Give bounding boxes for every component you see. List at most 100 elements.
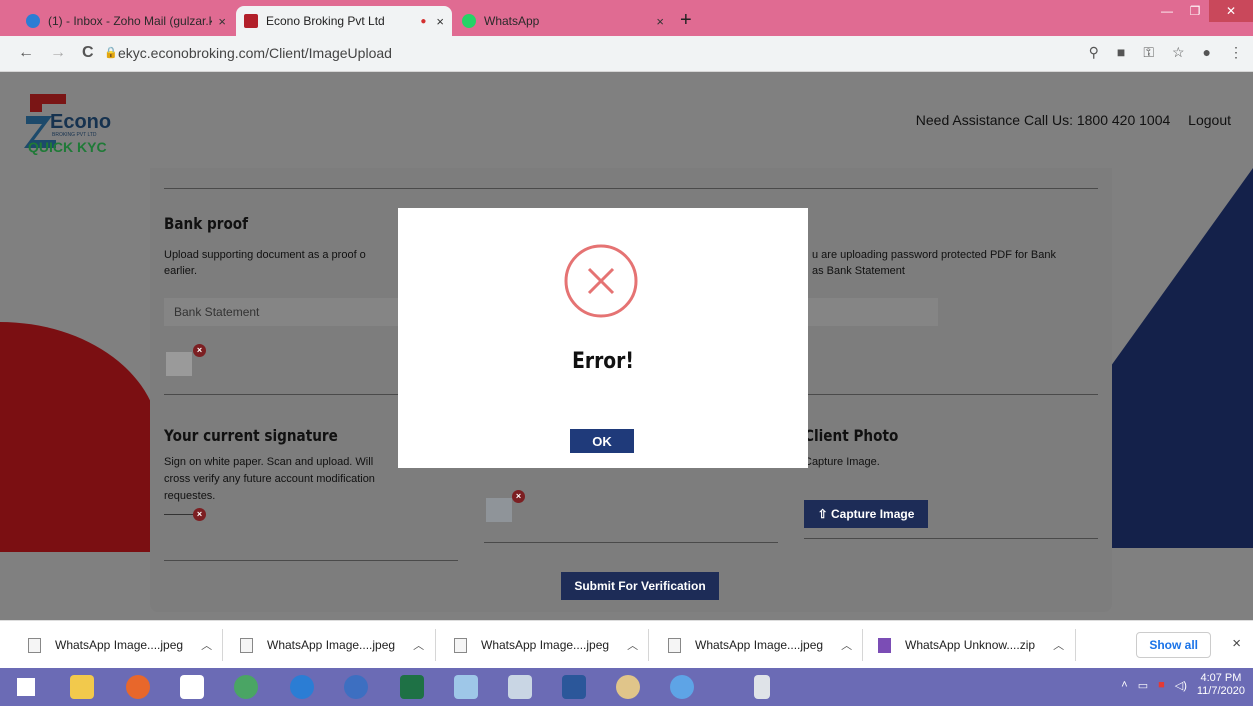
taskbar-mail[interactable]: [334, 672, 378, 702]
logout-link[interactable]: Logout: [1188, 112, 1231, 128]
taskbar-vs[interactable]: [170, 672, 214, 702]
minimize-icon[interactable]: —: [1153, 0, 1181, 22]
url-field[interactable]: ekyc.econobroking.com/Client/ImageUpload: [118, 45, 392, 61]
back-button[interactable]: ←: [18, 44, 34, 62]
taskbar-excel[interactable]: [390, 672, 434, 702]
chrome-icon: [234, 675, 258, 699]
notes-icon: [454, 675, 478, 699]
location-icon[interactable]: ⚲: [1089, 44, 1099, 61]
taskbar-usb[interactable]: [740, 672, 784, 702]
error-dialog: Error! OK: [398, 208, 808, 468]
bank-desc-left-2: earlier.: [164, 265, 198, 277]
ok-button[interactable]: OK: [570, 429, 634, 453]
notification-icon[interactable]: ■: [1158, 679, 1165, 691]
signature-preview: [164, 514, 194, 515]
chevron-up-icon[interactable]: ︿: [841, 637, 852, 653]
download-item[interactable]: WhatsApp Image....jpeg ︿: [454, 631, 638, 659]
clock-time: 4:07 PM: [1200, 672, 1242, 684]
remove-signature-icon[interactable]: ×: [193, 508, 206, 521]
tab-whatsapp[interactable]: WhatsApp ×: [454, 6, 672, 36]
close-downloads-icon[interactable]: ×: [1232, 635, 1241, 652]
tab-close-icon[interactable]: ×: [436, 14, 444, 29]
divider: [164, 560, 458, 561]
clock-date: 11/7/2020: [1196, 685, 1245, 697]
camera-icon[interactable]: ■: [1117, 44, 1125, 61]
download-item[interactable]: WhatsApp Image....jpeg ︿: [240, 631, 424, 659]
remove-bank-proof-icon[interactable]: ×: [193, 344, 206, 357]
taskbar-calculator[interactable]: [498, 672, 542, 702]
chevron-up-icon[interactable]: ︿: [413, 637, 424, 653]
volume-icon[interactable]: ◁): [1175, 679, 1187, 692]
tab-title: Econo Broking Pvt Ltd: [266, 14, 385, 28]
taskbar-ie[interactable]: [280, 672, 324, 702]
taskbar-notes[interactable]: [444, 672, 488, 702]
separator: [222, 629, 223, 661]
download-filename: WhatsApp Image....jpeg: [695, 638, 824, 652]
tab-close-icon[interactable]: ×: [218, 14, 226, 29]
mail-icon: [344, 675, 368, 699]
key-icon[interactable]: ⚿: [1143, 44, 1154, 61]
chevron-up-icon[interactable]: ︿: [1053, 637, 1064, 653]
tray-chevron-icon[interactable]: ˄: [1121, 679, 1127, 691]
url-host: ekyc.econobroking.com: [118, 45, 266, 61]
recording-icon: ●: [420, 15, 427, 27]
start-button[interactable]: [4, 672, 48, 702]
taskbar-chrome[interactable]: [224, 672, 268, 702]
account-icon[interactable]: ●: [1203, 44, 1211, 61]
upload-icon: ⇧: [817, 507, 832, 521]
taskbar-firefox[interactable]: [116, 672, 160, 702]
chevron-up-icon[interactable]: ︿: [627, 637, 638, 653]
new-tab-button[interactable]: +: [680, 9, 692, 32]
reload-button[interactable]: C: [82, 44, 94, 62]
forward-button[interactable]: →: [50, 44, 66, 62]
bank-desc-right-2: as Bank Statement: [812, 265, 905, 277]
browser-actions: ⚲ ■ ⚿ ☆ ● ⋮: [1089, 44, 1243, 61]
tab-zoho-mail[interactable]: (1) - Inbox - Zoho Mail (gulzar.ka ×: [18, 6, 234, 36]
windows-icon: [17, 678, 35, 696]
download-item[interactable]: WhatsApp Unknow....zip ︿: [878, 631, 1064, 659]
taskbar-app[interactable]: [660, 672, 704, 702]
separator: [435, 629, 436, 661]
error-x-icon: [564, 244, 638, 318]
star-icon[interactable]: ☆: [1172, 44, 1185, 61]
taskbar-paint[interactable]: [606, 672, 650, 702]
taskbar-explorer[interactable]: [60, 672, 104, 702]
window-close-icon[interactable]: ✕: [1209, 0, 1253, 22]
browser-tab-bar: (1) - Inbox - Zoho Mail (gulzar.ka × Eco…: [0, 0, 1253, 36]
download-item[interactable]: WhatsApp Image....jpeg ︿: [28, 631, 212, 659]
submit-verification-button[interactable]: Submit For Verification: [561, 572, 719, 600]
logo-text: Econo: [50, 111, 111, 133]
download-filename: WhatsApp Unknow....zip: [905, 638, 1036, 652]
capture-image-button[interactable]: ⇧ Capture Image: [804, 500, 928, 528]
separator: [648, 629, 649, 661]
decor-blue-shape: [1103, 168, 1253, 548]
tab-title: (1) - Inbox - Zoho Mail (gulzar.ka: [48, 14, 213, 28]
divider: [164, 188, 1098, 189]
window-controls: — ❐ ✕: [1153, 0, 1253, 22]
file-icon: [668, 637, 681, 653]
tab-econo-broking[interactable]: Econo Broking Pvt Ltd ● ×: [236, 6, 452, 36]
system-tray: ˄ ▭ ■ ◁) 4:07 PM 11/7/2020: [1121, 672, 1245, 698]
word-icon: [562, 675, 586, 699]
whatsapp-icon: [462, 14, 476, 28]
firefox-icon: [126, 675, 150, 699]
chevron-up-icon[interactable]: ︿: [201, 637, 212, 653]
assistance-text: Need Assistance Call Us: 1800 420 1004: [915, 112, 1171, 128]
remove-pan-icon[interactable]: ×: [512, 490, 525, 503]
lock-icon[interactable]: 🔒: [104, 46, 118, 59]
divider: [484, 542, 778, 543]
menu-icon[interactable]: ⋮: [1229, 44, 1243, 61]
taskbar-word[interactable]: [552, 672, 596, 702]
url-path: /Client/ImageUpload: [265, 45, 392, 61]
show-all-button[interactable]: Show all: [1136, 632, 1211, 658]
network-icon[interactable]: ▭: [1138, 679, 1148, 692]
download-item[interactable]: WhatsApp Image....jpeg ︿: [668, 631, 852, 659]
maximize-icon[interactable]: ❐: [1181, 0, 1209, 22]
pan-thumbnail: [486, 498, 512, 522]
decor-red-shape: [0, 322, 160, 552]
signature-desc-3: requestes.: [164, 490, 216, 502]
paint-icon: [616, 675, 640, 699]
clock[interactable]: 4:07 PM 11/7/2020: [1197, 672, 1245, 698]
tab-close-icon[interactable]: ×: [656, 14, 664, 29]
logo-subtext: BROKING PVT LTD: [52, 132, 97, 138]
